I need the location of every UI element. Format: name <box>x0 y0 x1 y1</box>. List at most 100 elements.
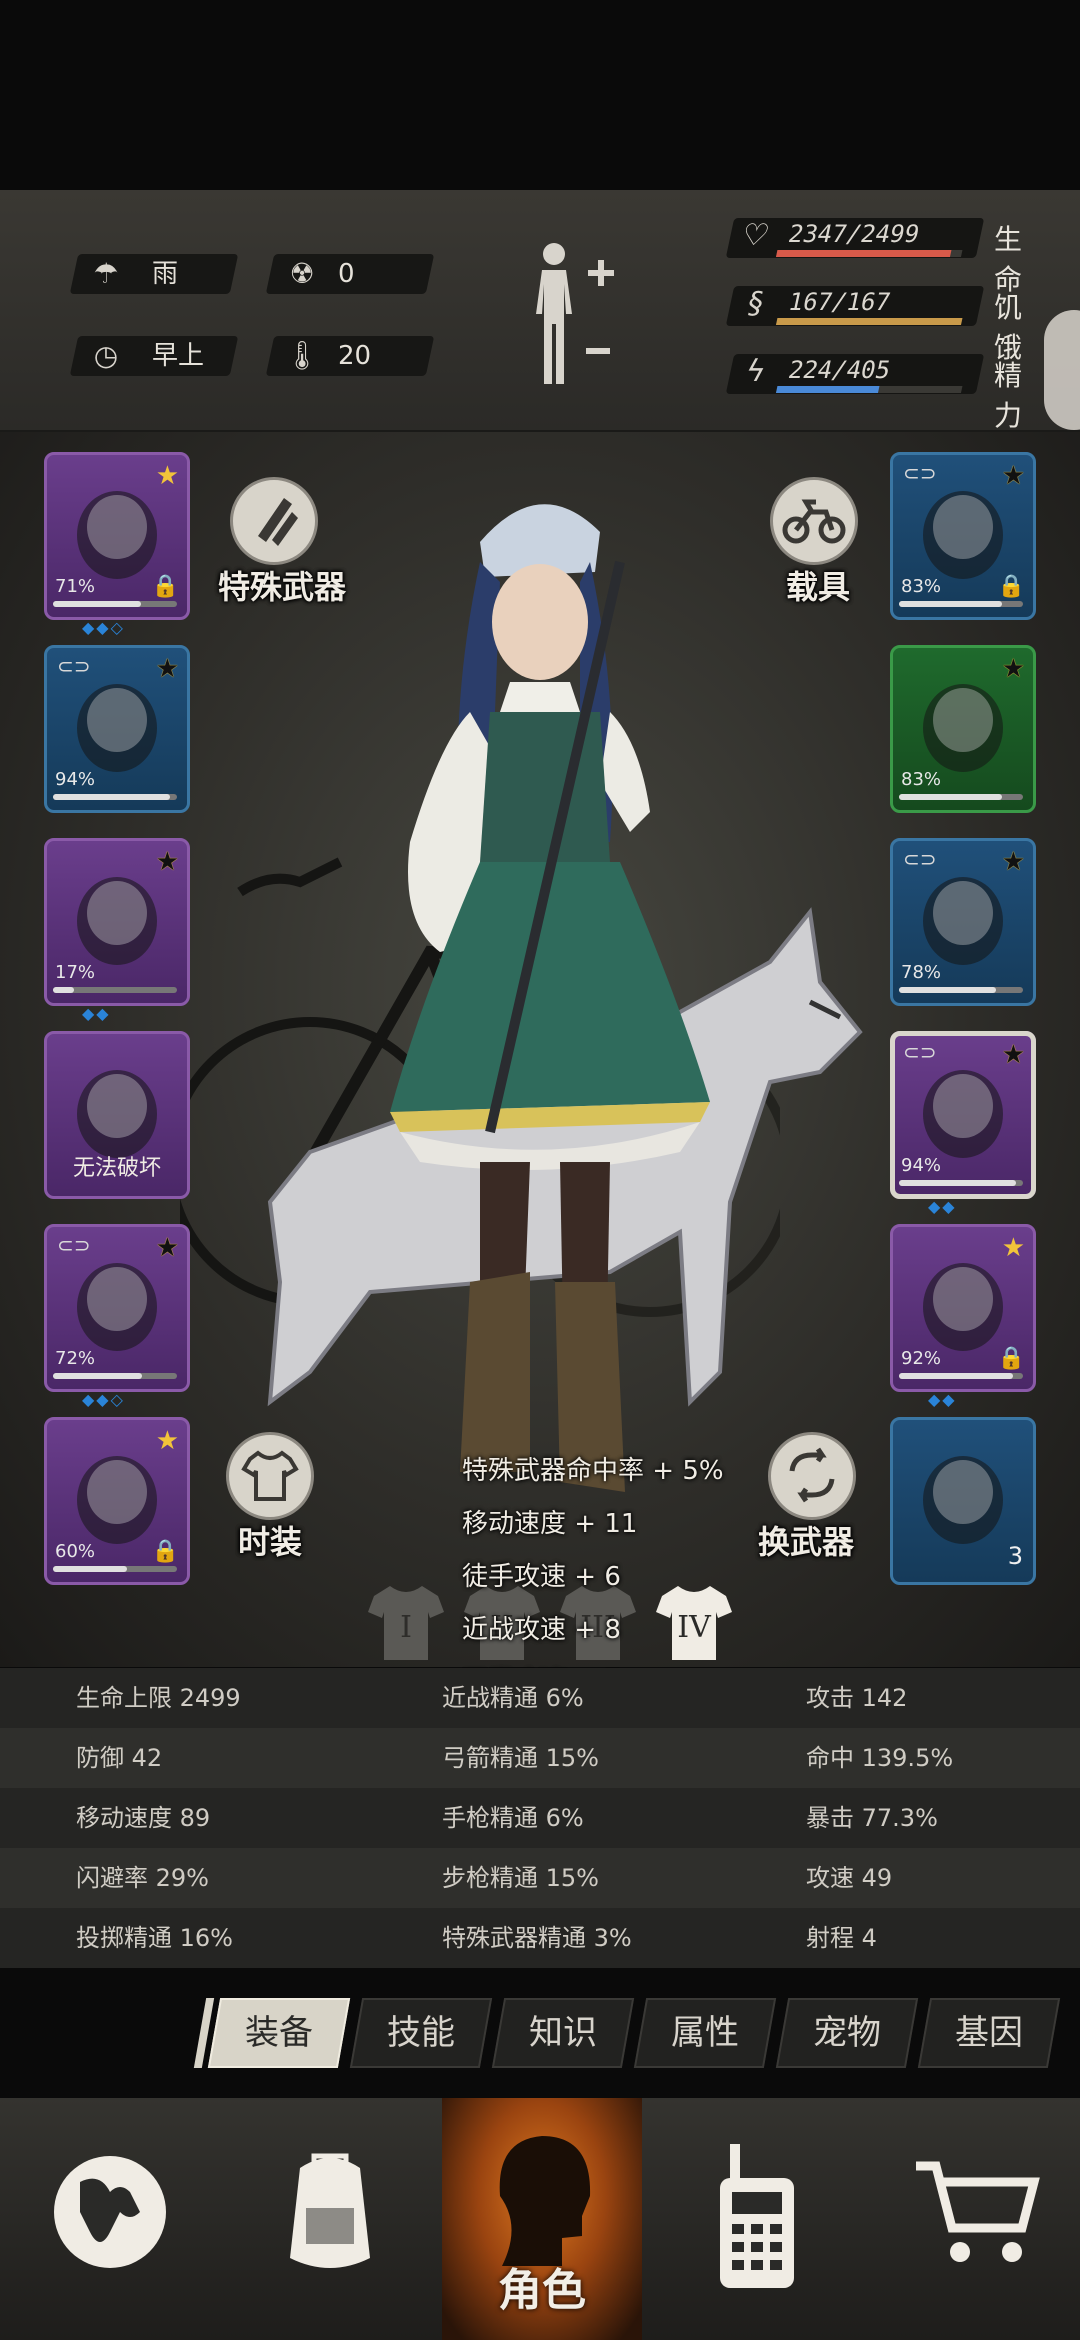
tab-0[interactable]: 装备 <box>207 1998 351 2068</box>
time-pill[interactable]: ◷ 早上 <box>69 336 239 376</box>
bow-icon <box>913 1056 1013 1166</box>
temperature-pill[interactable]: 🌡 20 <box>265 336 435 376</box>
favorite-star-icon[interactable]: ★ <box>1002 461 1025 491</box>
swap-weapon-button[interactable] <box>768 1432 856 1520</box>
stat-cell: 近战精通 6% <box>442 1684 584 1712</box>
vest-icon <box>913 863 1013 973</box>
tab-5[interactable]: 基因 <box>917 1998 1061 2068</box>
stat-cell: 生命上限 2499 <box>76 1684 241 1712</box>
favorite-star-icon[interactable]: ★ <box>156 1233 179 1263</box>
tab-3[interactable]: 属性 <box>633 1998 777 2068</box>
favorite-star-icon[interactable]: ★ <box>1002 654 1025 684</box>
durability-percent: 83% <box>901 769 942 790</box>
stat-row: 防御 42 弓箭精通 15% 命中 139.5% <box>0 1728 1080 1788</box>
hunger-value: 167/167 <box>785 288 893 316</box>
fashion-button[interactable] <box>226 1432 314 1520</box>
weather-pill[interactable]: ☂ 雨 <box>69 254 239 294</box>
favorite-star-icon[interactable]: ★ <box>156 1426 179 1456</box>
tab-2[interactable]: 知识 <box>491 1998 635 2068</box>
durability-bar <box>899 987 1023 993</box>
durability-percent: 71% <box>55 576 96 597</box>
heart-icon: ♡ <box>738 218 773 253</box>
outfit-page-numeral: IV <box>677 1610 711 1645</box>
stat-cell: 攻击 142 <box>806 1684 908 1712</box>
durability-bar <box>899 794 1023 800</box>
stat-cell: 命中 139.5% <box>806 1744 954 1772</box>
durability-percent: 94% <box>55 769 96 790</box>
durability-percent: 72% <box>55 1348 96 1369</box>
equip-slot-boots[interactable]: ★ 60% 🔒 <box>44 1417 190 1585</box>
durability-bar <box>53 1373 177 1379</box>
bonus-line: 移动速度 + 11 <box>462 1509 638 1539</box>
body-figure-icon <box>536 243 614 384</box>
durability-percent: 78% <box>901 962 942 983</box>
equip-slot-backpack[interactable]: 无法破坏 <box>44 1031 190 1199</box>
sunglasses-icon <box>913 477 1013 587</box>
favorite-star-icon[interactable]: ★ <box>1002 1040 1025 1070</box>
gem-sockets: ◆◆ <box>928 1197 957 1216</box>
equip-slot-bandage[interactable]: 3 <box>890 1417 1036 1585</box>
coat-icon <box>67 863 167 973</box>
outfit-page-1[interactable]: I <box>368 1582 444 1662</box>
favorite-star-icon[interactable]: ★ <box>156 461 179 491</box>
health-bar <box>775 250 952 257</box>
gem-sockets: ◆◆◇ <box>82 618 125 637</box>
outfit-page-4[interactable]: IV <box>656 1582 732 1662</box>
shirt-icon <box>67 670 167 780</box>
equip-slot-helmet[interactable]: ★ 71% 🔒 <box>44 452 190 620</box>
equip-slot-coat[interactable]: ★ 17% <box>44 838 190 1006</box>
grenade-icon <box>258 498 298 546</box>
favorite-star-icon[interactable]: ★ <box>156 847 179 877</box>
durability-bar <box>899 1373 1023 1379</box>
bonus-line: 特殊武器命中率 + 5% <box>462 1456 724 1486</box>
bandage-icon <box>913 1442 1013 1552</box>
side-drawer-handle[interactable] <box>1044 310 1080 430</box>
favorite-star-icon[interactable]: ★ <box>1002 1233 1025 1263</box>
special-weapon-button[interactable] <box>230 477 318 565</box>
bonus-line: 近战攻速 + 8 <box>462 1615 621 1645</box>
equip-slot-sunglasses[interactable]: ⊂⊃ ★ 83% 🔒 <box>890 452 1036 620</box>
durability-bar <box>899 1180 1023 1186</box>
durability-bar <box>53 794 177 800</box>
tab-4[interactable]: 宠物 <box>775 1998 919 2068</box>
boots-icon <box>67 1442 167 1552</box>
hunger-bar <box>775 318 963 325</box>
stat-cell: 投掷精通 16% <box>76 1924 233 1952</box>
energy-bar <box>775 386 880 393</box>
equip-slot-bow[interactable]: ⊂⊃ ★ 94% <box>890 1031 1036 1199</box>
equip-slot-vest[interactable]: ⊂⊃ ★ 78% <box>890 838 1036 1006</box>
equip-slot-mask[interactable]: ★ 83% <box>890 645 1036 813</box>
durability-percent: 60% <box>55 1541 96 1562</box>
favorite-star-icon[interactable]: ★ <box>1002 847 1025 877</box>
nav-radio[interactable] <box>642 2098 862 2340</box>
temperature-text: 20 <box>338 341 372 371</box>
time-text: 早上 <box>152 341 205 371</box>
nav-character[interactable]: 角色 <box>442 2098 642 2340</box>
swap-weapon-label: 换武器 <box>758 1523 855 1561</box>
radiation-icon: ☢ <box>289 257 315 290</box>
outfit-page-numeral: I <box>400 1610 412 1645</box>
nav-world-map[interactable] <box>0 2098 220 2340</box>
vehicle-button[interactable] <box>770 477 858 565</box>
equip-slot-machete[interactable]: ★ 92% 🔒 <box>890 1224 1036 1392</box>
lock-icon: 🔒 <box>151 1539 179 1564</box>
swap-arrows-icon <box>789 1447 835 1503</box>
vehicle-label: 载具 <box>786 568 851 606</box>
tab-1[interactable]: 技能 <box>349 1998 493 2068</box>
favorite-star-icon[interactable]: ★ <box>156 654 179 684</box>
thermometer-icon: 🌡 <box>284 339 320 372</box>
stat-cell: 暴击 77.3% <box>806 1804 938 1832</box>
equip-slot-pants[interactable]: ⊂⊃ ★ 72% <box>44 1224 190 1392</box>
character-scene: ★ 71% 🔒 ◆◆◇ ⊂⊃ ★ 94% ★ 17% ◆◆ 无法破坏 ⊂⊃ ★ 72% ◆◆◇ ★ 60% 🔒 ⊂… <box>0 432 1080 1804</box>
nav-inventory[interactable] <box>220 2098 442 2340</box>
stat-cell: 防御 42 <box>76 1744 163 1772</box>
nav-character-label: 角色 <box>498 2265 586 2316</box>
energy-label: 精力 <box>994 359 1023 432</box>
body-status-button[interactable] <box>520 240 630 400</box>
equip-slot-shirt[interactable]: ⊂⊃ ★ 94% <box>44 645 190 813</box>
radiation-pill[interactable]: ☢ 0 <box>265 254 435 294</box>
status-bar: ☂ 雨 ☢ 0 ◷ 早上 🌡 20 ♡ 2347/2499 生命 § 167/1… <box>0 190 1080 432</box>
special-weapon-label: 特殊武器 <box>218 568 347 606</box>
nav-shop[interactable] <box>862 2098 1080 2340</box>
durability-percent: 83% <box>901 576 942 597</box>
